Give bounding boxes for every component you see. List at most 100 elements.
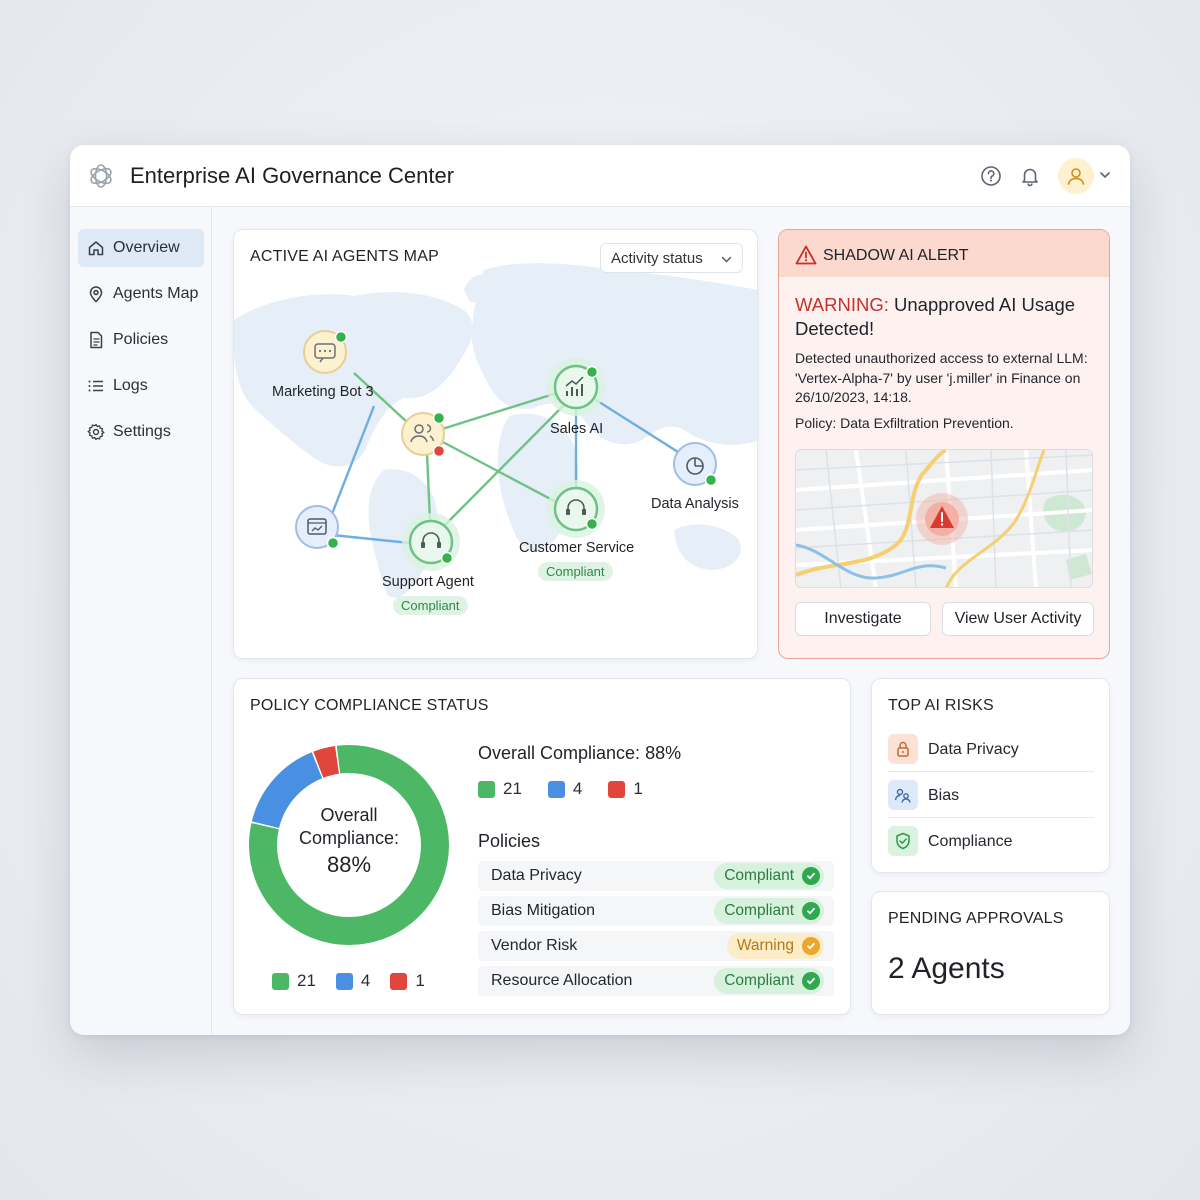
data-analysis-node[interactable] xyxy=(673,442,718,487)
sidebar-item-label: Policies xyxy=(113,331,169,348)
count-compliant: 21 xyxy=(478,779,522,799)
pending-approvals-card[interactable]: PENDING APPROVALS 2 Agents xyxy=(871,891,1110,1015)
count-value: 21 xyxy=(503,779,522,798)
shield-check-icon xyxy=(888,826,918,856)
warning-triangle-icon xyxy=(795,245,817,265)
list-icon xyxy=(88,380,103,392)
status-badge: Compliant xyxy=(714,968,824,994)
agent-label-marketing-bot: Marketing Bot 3 xyxy=(272,384,374,400)
sidebar-item-settings[interactable]: Settings xyxy=(78,413,204,451)
gear-icon xyxy=(87,423,105,441)
risk-item-data-privacy[interactable]: Data Privacy xyxy=(888,725,1094,771)
sidebar-item-overview[interactable]: Overview xyxy=(78,229,204,267)
pending-approvals-count: 2 Agents xyxy=(888,952,1005,985)
sidebar-item-label: Logs xyxy=(113,377,148,394)
legend-item-compliant: 21 xyxy=(272,971,316,991)
policy-compliance-card: POLICY COMPLIANCE STATUS Overall Complia… xyxy=(233,678,851,1015)
risk-label: Bias xyxy=(928,787,960,804)
alert-location-map[interactable] xyxy=(795,449,1093,588)
donut-center-label: Overall Compliance: 88% xyxy=(264,804,434,876)
sidebar-item-agents-map[interactable]: Agents Map xyxy=(78,275,204,313)
alert-policy: Policy: Data Exfiltration Prevention. xyxy=(795,415,1014,431)
donut-line2: Compliance: xyxy=(298,828,400,848)
donut-value: 88% xyxy=(326,852,372,877)
check-icon xyxy=(802,902,820,920)
check-icon xyxy=(802,972,820,990)
status-badge: Compliant xyxy=(714,898,824,924)
status-badge: Compliant xyxy=(714,863,824,889)
overall-compliance-text: Overall Compliance: 88% xyxy=(478,743,682,763)
status-badge: Warning xyxy=(726,933,824,959)
sidebar-item-logs[interactable]: Logs xyxy=(78,367,204,405)
check-icon xyxy=(802,937,820,955)
alert-detail: Detected unauthorized access to external… xyxy=(795,350,1088,405)
status-badge: Compliant xyxy=(393,596,468,615)
status-badge: Compliant xyxy=(538,562,613,581)
compliance-count-legend: 21 4 1 xyxy=(478,779,663,799)
customer-service-node[interactable] xyxy=(547,480,605,538)
user-avatar[interactable] xyxy=(1058,158,1094,194)
map-pin-icon xyxy=(89,286,103,303)
view-user-activity-button[interactable]: View User Activity xyxy=(942,602,1094,636)
policy-row[interactable]: Bias Mitigation Compliant xyxy=(478,896,834,926)
risk-label: Compliance xyxy=(928,833,1013,850)
document-icon xyxy=(90,331,103,349)
policy-name: Bias Mitigation xyxy=(491,902,596,919)
policy-name: Vendor Risk xyxy=(491,937,578,954)
alert-header: SHADOW AI ALERT xyxy=(779,230,1109,277)
title-bar: Enterprise AI Governance Center xyxy=(70,145,1130,207)
count-value: 4 xyxy=(572,779,583,798)
agents-map-card: ACTIVE AI AGENTS MAP Activity status Mar… xyxy=(233,229,758,659)
chevron-down-icon xyxy=(721,256,732,263)
status-text: Warning xyxy=(736,937,794,954)
help-circle-icon[interactable] xyxy=(980,165,1002,187)
alert-warning-heading: WARNING: Unapproved AI Usage Detected! xyxy=(795,293,1095,341)
legend-item-review: 4 xyxy=(335,971,370,991)
risk-item-compliance[interactable]: Compliance xyxy=(888,817,1094,863)
shadow-ai-alert-card: SHADOW AI ALERT WARNING: Unapproved AI U… xyxy=(778,229,1110,659)
bell-icon[interactable] xyxy=(1019,165,1041,187)
agent-label-support-agent: Support Agent xyxy=(382,574,474,590)
policy-row[interactable]: Resource Allocation Compliant xyxy=(478,966,834,996)
pending-approvals-title: PENDING APPROVALS xyxy=(888,910,1064,927)
street-map xyxy=(796,450,1092,587)
risk-item-bias[interactable]: Bias xyxy=(888,771,1094,817)
marketing-bot-node[interactable] xyxy=(303,330,348,374)
sidebar: Overview Agents Map Policies Logs Settin… xyxy=(70,207,212,1035)
chevron-down-icon[interactable] xyxy=(1099,169,1111,181)
agent-label-sales-ai: Sales AI xyxy=(550,421,604,437)
users-hub-node[interactable] xyxy=(401,411,446,458)
agents-map-title: ACTIVE AI AGENTS MAP xyxy=(250,248,439,265)
count-value: 1 xyxy=(633,779,643,798)
agent-label-customer-service: Customer Service xyxy=(519,540,635,556)
policy-row[interactable]: Data Privacy Compliant xyxy=(478,861,834,891)
sidebar-item-policies[interactable]: Policies xyxy=(78,321,204,359)
policy-name: Resource Allocation xyxy=(491,972,633,989)
status-text: Compliant xyxy=(724,972,794,989)
app-title: Enterprise AI Governance Center xyxy=(130,163,455,188)
sidebar-item-label: Agents Map xyxy=(113,285,199,302)
policy-compliance-title: POLICY COMPLIANCE STATUS xyxy=(250,697,489,714)
investigate-button[interactable]: Investigate xyxy=(795,602,931,636)
alert-title: SHADOW AI ALERT xyxy=(823,247,969,264)
sidebar-item-label: Settings xyxy=(113,423,171,440)
count-noncompliant: 1 xyxy=(608,779,643,799)
lock-icon xyxy=(888,734,918,764)
donut-legend: 21 4 1 xyxy=(272,971,445,991)
risk-label: Data Privacy xyxy=(928,741,1019,758)
donut-line1: Overall xyxy=(320,805,378,825)
sidebar-item-label: Overview xyxy=(113,239,180,256)
world-map xyxy=(234,263,757,598)
app-window: Enterprise AI Governance Center Overview xyxy=(70,145,1130,1035)
users-scale-icon xyxy=(888,780,918,810)
sales-ai-node[interactable] xyxy=(547,358,605,416)
monitor-node[interactable] xyxy=(295,505,340,550)
activity-status-value: Activity status xyxy=(611,250,703,267)
policy-row[interactable]: Vendor Risk Warning xyxy=(478,931,834,961)
check-icon xyxy=(802,867,820,885)
activity-status-select[interactable]: Activity status xyxy=(600,243,743,273)
legend-count: 1 xyxy=(415,971,425,990)
app-logo-icon xyxy=(90,164,112,188)
user-icon xyxy=(1067,168,1085,185)
support-agent-node[interactable] xyxy=(402,513,460,571)
